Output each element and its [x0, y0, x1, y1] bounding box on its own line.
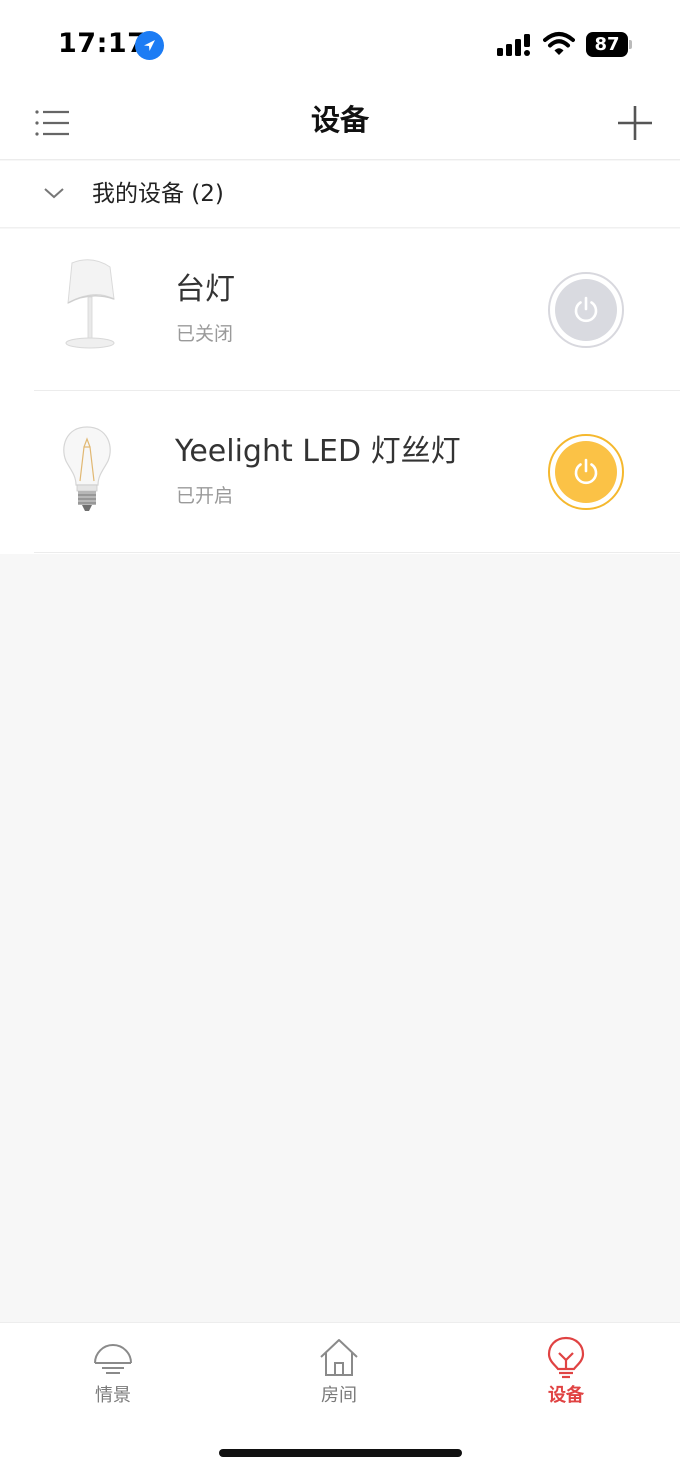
device-row-desk-lamp[interactable]: 台灯 已关闭	[0, 229, 680, 391]
device-group-header[interactable]: 我的设备 (2)	[0, 161, 680, 228]
wifi-icon	[543, 32, 575, 55]
device-list: 台灯 已关闭 Yeelight LED 灯丝灯 已开启	[0, 229, 680, 554]
tab-scenes[interactable]: 情景	[53, 1335, 173, 1415]
plus-icon	[618, 106, 652, 140]
page-title: 设备	[310, 103, 369, 137]
status-time: 17:17	[58, 28, 147, 59]
tab-label: 情景	[95, 1385, 131, 1406]
tab-devices[interactable]: 设备	[506, 1335, 626, 1415]
bulb-icon	[547, 1336, 585, 1379]
status-bar: 17:17 87	[0, 0, 680, 90]
cellular-signal-icon	[497, 34, 530, 56]
house-icon	[320, 1339, 358, 1376]
add-device-button[interactable]	[612, 100, 658, 146]
tab-rooms[interactable]: 房间	[279, 1335, 399, 1415]
battery-level: 87	[594, 34, 620, 55]
chevron-down-icon	[44, 188, 64, 199]
device-status: 已关闭	[176, 323, 234, 345]
device-name: 台灯	[175, 272, 235, 307]
power-icon	[574, 458, 598, 485]
power-icon	[574, 296, 598, 323]
location-arrow-icon	[135, 31, 164, 60]
scene-lamp-icon	[94, 1344, 132, 1374]
row-divider	[34, 552, 680, 553]
app-header: 设备	[0, 90, 680, 160]
desk-lamp-image	[65, 259, 115, 349]
device-row-filament-bulb[interactable]: Yeelight LED 灯丝灯 已开启	[0, 391, 680, 553]
power-toggle-button[interactable]	[548, 272, 624, 348]
filament-bulb-image	[63, 426, 111, 511]
home-indicator	[219, 1449, 462, 1457]
device-group-label: 我的设备 (2)	[92, 181, 224, 207]
power-toggle-button[interactable]	[548, 434, 624, 510]
device-name: Yeelight LED 灯丝灯	[175, 434, 461, 469]
tab-label: 房间	[321, 1385, 357, 1406]
tab-label: 设备	[548, 1385, 584, 1406]
device-status: 已开启	[176, 485, 234, 507]
battery-icon: 87	[586, 32, 632, 57]
